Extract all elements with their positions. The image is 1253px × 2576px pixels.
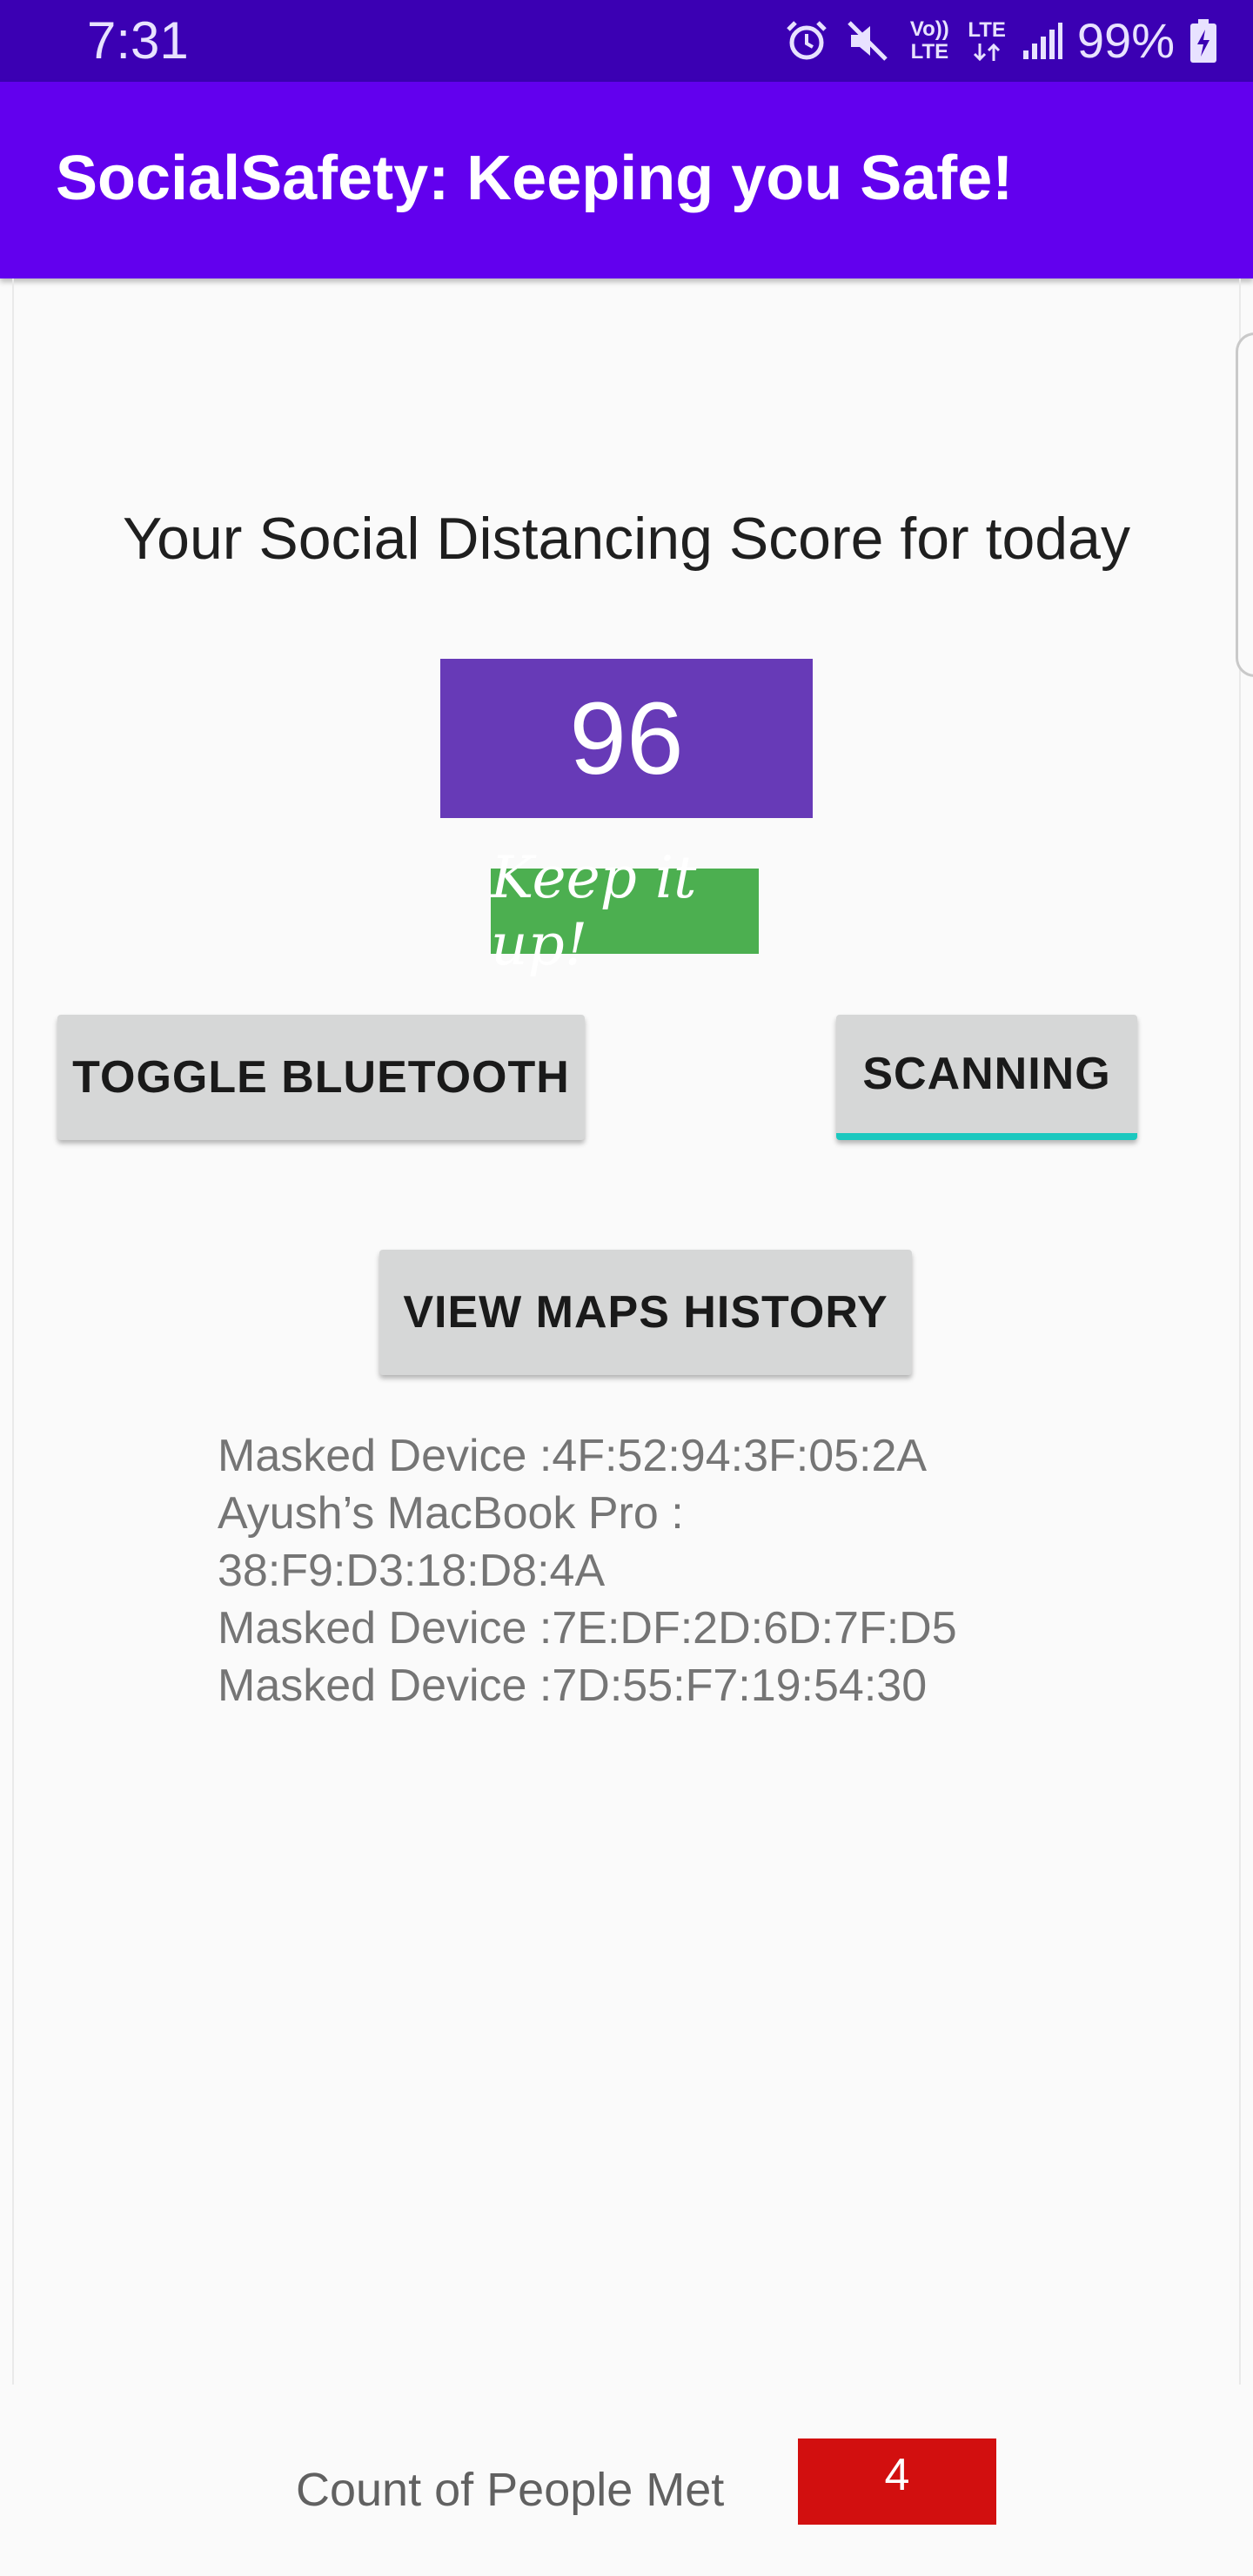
people-met-label: Count of People Met	[296, 2464, 725, 2516]
battery-charging-icon	[1189, 17, 1218, 64]
list-item: Masked Device :4F:52:94:3F:05:2A	[218, 1431, 928, 1481]
volte-icon: Vo)) LTE	[905, 18, 954, 64]
view-maps-history-button[interactable]: VIEW MAPS HISTORY	[379, 1250, 912, 1375]
device-list: Masked Device :4F:52:94:3F:05:2A Ayush’s…	[218, 1427, 1088, 1714]
encouragement-badge: Keep it up!	[491, 844, 759, 978]
app-title: SocialSafety: Keeping you Safe!	[56, 144, 1014, 213]
lte-label: LTE	[968, 18, 1006, 42]
scanning-button[interactable]: SCANNING	[836, 1015, 1137, 1140]
volte-label: Vo)) LTE	[909, 17, 949, 64]
app-bar: SocialSafety: Keeping you Safe!	[0, 82, 1253, 278]
status-icons: Vo)) LTE LTE 99%	[783, 12, 1218, 70]
list-item: Ayush’s MacBook Pro :	[218, 1488, 684, 1539]
list-item: Masked Device :7D:55:F7:19:54:30	[218, 1660, 928, 1711]
alarm-icon	[783, 17, 830, 64]
toggle-bluetooth-button[interactable]: TOGGLE BLUETOOTH	[57, 1015, 585, 1140]
score-title: Your Social Distancing Score for today	[123, 506, 1130, 572]
status-bar: 7:31 Vo)) LTE LTE 99%	[0, 0, 1253, 82]
list-item: Masked Device :7E:DF:2D:6D:7F:D5	[218, 1603, 957, 1654]
mute-icon	[844, 17, 891, 64]
status-time: 7:31	[87, 11, 189, 70]
score-value: 96	[440, 659, 813, 818]
people-met-count: 4	[798, 2438, 996, 2525]
content-left-edge	[12, 278, 14, 2385]
list-item: 38:F9:D3:18:D8:4A	[218, 1546, 606, 1596]
lte-icon: LTE	[968, 19, 1006, 63]
signal-icon	[1020, 19, 1063, 63]
battery-percent: 99%	[1076, 13, 1175, 68]
